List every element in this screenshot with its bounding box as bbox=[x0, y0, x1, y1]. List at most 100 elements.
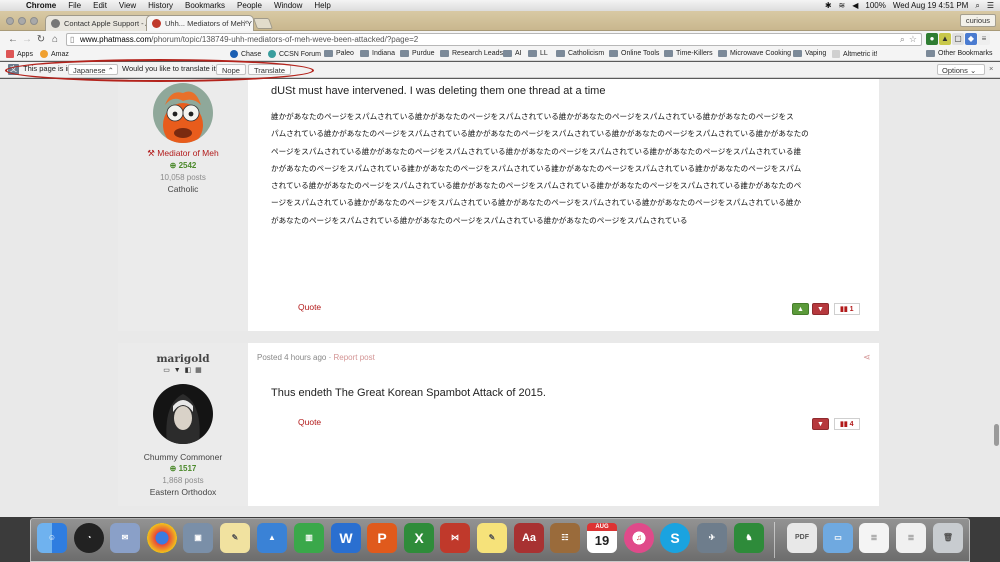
bookmark-purdue[interactable]: Purdue bbox=[400, 50, 435, 57]
dictionary-icon[interactable]: Aa bbox=[514, 523, 544, 553]
quote-button[interactable]: Quote bbox=[298, 302, 321, 312]
chrome-menu-icon[interactable]: ≡ bbox=[978, 33, 990, 45]
report-post-link[interactable]: Report post bbox=[334, 353, 375, 362]
avatar[interactable] bbox=[153, 384, 213, 444]
bookmark-amazon[interactable]: Amaz bbox=[40, 50, 69, 58]
bluetooth-icon[interactable]: ✱ bbox=[825, 1, 832, 10]
bookmark-indiana[interactable]: Indiana bbox=[360, 50, 395, 57]
bookmark-research-leads[interactable]: Research Leads bbox=[440, 50, 503, 57]
profile-button[interactable]: curious bbox=[959, 14, 996, 27]
powerpoint-icon[interactable]: P bbox=[367, 523, 397, 553]
downloads-stack-icon[interactable]: ≣ bbox=[896, 523, 926, 553]
finder-icon[interactable]: ☺ bbox=[37, 523, 67, 553]
calendar-icon[interactable]: AUG 19 bbox=[587, 523, 617, 553]
menu-people[interactable]: People bbox=[231, 1, 268, 10]
menu-view[interactable]: View bbox=[113, 1, 142, 10]
itunes-icon[interactable]: ♫ bbox=[624, 523, 654, 553]
close-infobar-icon[interactable]: × bbox=[989, 64, 993, 73]
evernote-icon[interactable]: ♞ bbox=[734, 523, 764, 553]
bookmark-ai[interactable]: AI bbox=[503, 50, 522, 57]
bookmark-other[interactable]: Other Bookmarks bbox=[926, 50, 992, 57]
tab-phatmass[interactable]: Uhh... Mediators of Meh Y × bbox=[146, 15, 254, 31]
bookmark-time-killers[interactable]: Time-Killers bbox=[664, 50, 713, 57]
wifi-icon[interactable]: ≋ bbox=[839, 1, 846, 10]
bookmark-star-icon[interactable]: ☆ bbox=[909, 34, 917, 45]
bookmark-chase[interactable]: Chase bbox=[230, 50, 261, 58]
post-count: 1,868 posts bbox=[162, 476, 204, 485]
chrome-icon[interactable] bbox=[147, 523, 177, 553]
tab-apple-support[interactable]: Contact Apple Support - A × bbox=[45, 15, 157, 31]
nope-button[interactable]: Nope bbox=[216, 64, 246, 75]
reaction-count[interactable]: ▮▮ 4 bbox=[834, 418, 860, 430]
extension-icon[interactable]: ◆ bbox=[965, 33, 977, 45]
word-icon[interactable]: W bbox=[331, 523, 361, 553]
menu-help[interactable]: Help bbox=[308, 1, 336, 10]
search-icon[interactable]: ⌕ bbox=[900, 34, 905, 45]
zoom-window-button[interactable] bbox=[30, 17, 38, 25]
pdf-document-icon[interactable]: PDF bbox=[787, 523, 817, 553]
author-username[interactable]: marigold bbox=[118, 353, 248, 365]
bookmark-catholicism[interactable]: Catholicism bbox=[556, 50, 604, 57]
extension-icon[interactable]: ▢ bbox=[952, 33, 964, 45]
notifications-icon[interactable]: ☰ bbox=[987, 1, 994, 10]
thumbs-down-icon[interactable]: ▼ bbox=[812, 418, 829, 430]
bookmark-paleo[interactable]: Paleo bbox=[324, 50, 354, 57]
menu-file[interactable]: File bbox=[62, 1, 87, 10]
contacts-icon[interactable]: ☷ bbox=[550, 523, 580, 553]
preview-icon[interactable]: ✎ bbox=[220, 523, 250, 553]
back-arrow-icon[interactable]: ← bbox=[6, 34, 20, 45]
clock[interactable]: Wed Aug 19 4:51 PM bbox=[893, 1, 968, 10]
battery-level[interactable]: 100% bbox=[865, 1, 885, 10]
home-icon[interactable]: ⌂ bbox=[48, 34, 62, 45]
volume-icon[interactable]: ◀ bbox=[852, 1, 858, 10]
close-window-button[interactable] bbox=[6, 17, 14, 25]
menu-app-name[interactable]: Chrome bbox=[20, 1, 62, 10]
numbers-icon[interactable]: ▥ bbox=[294, 523, 324, 553]
bookmark-online-tools[interactable]: Online Tools bbox=[609, 50, 659, 57]
thumbs-up-icon[interactable]: ▲ bbox=[792, 303, 809, 315]
close-tab-icon[interactable]: × bbox=[243, 18, 248, 27]
bookmark-altmetric[interactable]: Altmetric it! bbox=[832, 50, 878, 58]
quote-button[interactable]: Quote bbox=[298, 417, 321, 427]
stickies-icon[interactable]: ✎ bbox=[477, 523, 507, 553]
bookmark-vaping[interactable]: Vaping bbox=[793, 50, 826, 57]
utility-icon[interactable]: ✈ bbox=[697, 523, 727, 553]
menu-history[interactable]: History bbox=[142, 1, 179, 10]
spotlight-icon[interactable]: ⌕ bbox=[975, 1, 979, 11]
share-icon[interactable]: ⋖ bbox=[863, 352, 871, 363]
menu-bookmarks[interactable]: Bookmarks bbox=[179, 1, 231, 10]
source-language-select[interactable]: Japanese ⌃ bbox=[68, 64, 118, 75]
extension-icon[interactable]: ▲ bbox=[939, 33, 951, 45]
document-stack-icon[interactable]: ≣ bbox=[859, 523, 889, 553]
bookmark-label: LL bbox=[540, 50, 548, 57]
mendeley-icon[interactable]: ⋈ bbox=[440, 523, 470, 553]
translate-button[interactable]: Translate bbox=[248, 64, 291, 75]
forward-arrow-icon[interactable]: → bbox=[20, 34, 34, 45]
mail-icon[interactable]: ✉ bbox=[110, 523, 140, 553]
address-bar[interactable]: ▯ www.phatmass.com/phorum/topic/138749-u… bbox=[66, 33, 922, 46]
photo-app-icon[interactable]: ▣ bbox=[183, 523, 213, 553]
spam-line: ージをスパムされている誰かがあなたのページをスパムされている誰かがあなたのページ… bbox=[271, 198, 802, 208]
bookmark-ll[interactable]: LL bbox=[528, 50, 548, 57]
avatar[interactable] bbox=[153, 83, 213, 143]
keynote-icon[interactable]: ▲ bbox=[257, 523, 287, 553]
trash-icon[interactable]: 🗑 bbox=[933, 523, 963, 553]
skype-icon[interactable]: S bbox=[660, 523, 690, 553]
dashboard-icon[interactable]: ◔ bbox=[74, 523, 104, 553]
reaction-count[interactable]: ▮▮ 1 bbox=[834, 303, 860, 315]
reload-icon[interactable]: ↻ bbox=[34, 34, 48, 45]
menu-edit[interactable]: Edit bbox=[87, 1, 113, 10]
excel-icon[interactable]: X bbox=[404, 523, 434, 553]
page-info-icon[interactable]: ▯ bbox=[70, 35, 74, 44]
bookmark-microwave-cooking[interactable]: Microwave Cooking bbox=[718, 50, 791, 57]
thumbs-down-icon[interactable]: ▼ bbox=[812, 303, 829, 315]
page-scrollbar-thumb[interactable] bbox=[994, 424, 999, 446]
bookmark-apps[interactable]: Apps bbox=[6, 50, 33, 58]
extension-icon[interactable]: ● bbox=[926, 33, 938, 45]
minimize-window-button[interactable] bbox=[18, 17, 26, 25]
new-tab-button[interactable] bbox=[252, 18, 274, 29]
bookmark-ccsn-forum[interactable]: CCSN Forum bbox=[268, 50, 321, 58]
folder-stack-icon[interactable]: ▭ bbox=[823, 523, 853, 553]
options-select[interactable]: Options ⌄ bbox=[937, 64, 985, 75]
menu-window[interactable]: Window bbox=[268, 1, 308, 10]
